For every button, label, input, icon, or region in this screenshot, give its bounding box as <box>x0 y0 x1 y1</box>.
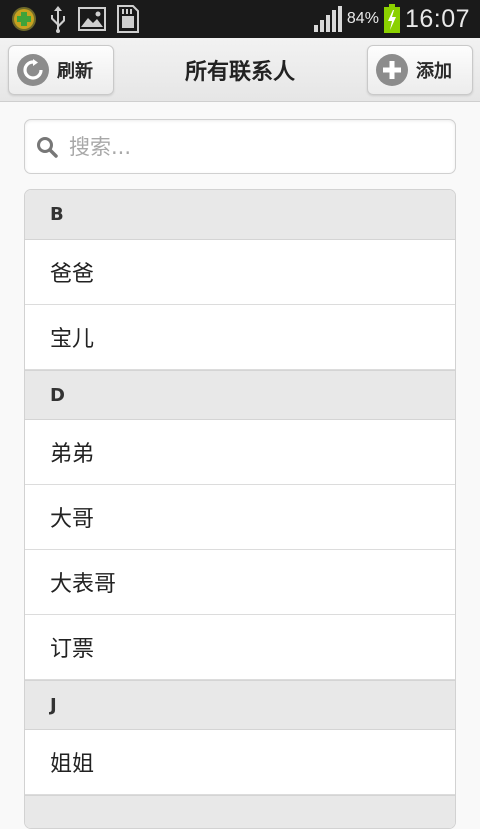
section-header-next <box>25 795 455 828</box>
refresh-button[interactable]: 刷新 <box>8 45 114 95</box>
app-header: 刷新 所有联系人 添加 <box>0 38 480 102</box>
refresh-label: 刷新 <box>57 61 93 82</box>
image-icon <box>78 7 106 31</box>
contact-row[interactable]: 大表哥 <box>25 550 455 615</box>
app-notification-icon <box>10 5 38 33</box>
battery-percent: 84% <box>346 10 379 27</box>
usb-icon <box>48 4 68 34</box>
search-box <box>24 119 456 174</box>
signal-icon <box>313 5 343 33</box>
contact-row[interactable]: 订票 <box>25 615 455 680</box>
sd-card-icon <box>116 4 140 34</box>
section-header-j: J <box>25 680 455 730</box>
battery-charging-icon <box>383 4 401 34</box>
search-input[interactable] <box>69 134 439 159</box>
plus-icon <box>376 54 408 86</box>
contact-list: B 爸爸 宝儿 D 弟弟 大哥 大表哥 订票 J 姐姐 <box>24 189 456 829</box>
contact-row[interactable]: 宝儿 <box>25 305 455 370</box>
section-header-b: B <box>25 190 455 240</box>
contact-row[interactable]: 爸爸 <box>25 240 455 305</box>
contact-row[interactable]: 姐姐 <box>25 730 455 795</box>
search-icon <box>25 136 69 158</box>
section-header-d: D <box>25 370 455 420</box>
clock: 16:07 <box>404 4 470 33</box>
status-bar-notifications <box>0 4 140 34</box>
status-bar-system: 84% 16:07 <box>313 4 480 34</box>
add-label: 添加 <box>416 61 452 82</box>
status-bar: 84% 16:07 <box>0 0 480 38</box>
refresh-icon <box>17 54 49 86</box>
contact-row[interactable]: 大哥 <box>25 485 455 550</box>
contact-row[interactable]: 弟弟 <box>25 420 455 485</box>
add-contact-button[interactable]: 添加 <box>367 45 473 95</box>
